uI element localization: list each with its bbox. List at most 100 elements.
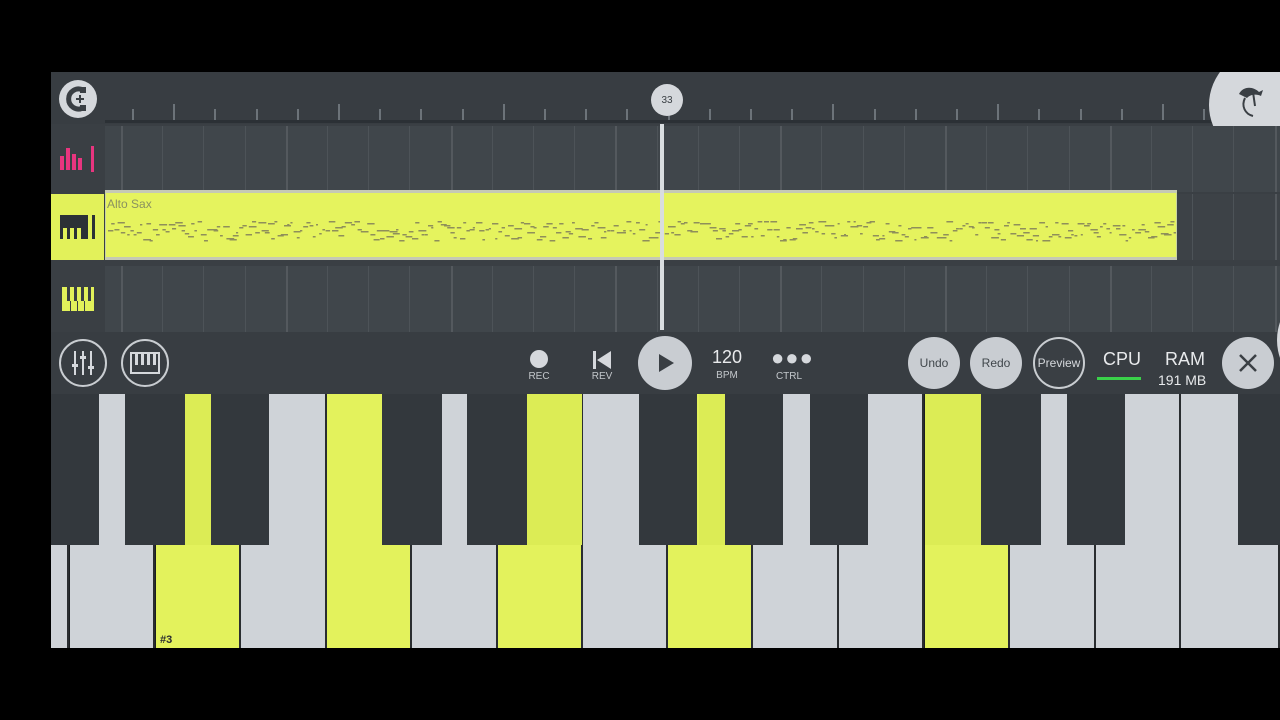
timeline-ruler[interactable]: 33 <box>51 72 1280 160</box>
note-mark <box>488 228 491 230</box>
track-header-keyboard[interactable] <box>51 266 104 332</box>
piano-roll-button[interactable] <box>121 339 169 387</box>
note-mark <box>869 221 875 223</box>
undo-button[interactable]: Undo <box>908 337 960 389</box>
note-mark <box>812 228 815 230</box>
note-mark <box>168 224 176 226</box>
close-button[interactable] <box>1222 337 1274 389</box>
note-mark <box>508 225 514 227</box>
ruler-tick <box>791 109 794 120</box>
playhead-line[interactable] <box>660 124 664 330</box>
note-mark <box>357 229 362 231</box>
note-mark <box>1000 239 1006 241</box>
record-control[interactable]: REC <box>521 350 557 382</box>
note-mark <box>856 225 863 227</box>
note-mark <box>1042 240 1051 242</box>
note-mark <box>1132 229 1135 231</box>
note-mark <box>296 237 300 239</box>
black-key[interactable] <box>125 394 185 545</box>
note-mark <box>908 228 912 230</box>
preview-button[interactable]: Preview <box>1033 337 1085 389</box>
black-key[interactable] <box>1067 394 1125 545</box>
note-mark <box>466 230 470 232</box>
mixer-button[interactable] <box>59 339 107 387</box>
rewind-control[interactable]: REV <box>584 350 620 382</box>
note-mark <box>834 237 837 239</box>
note-mark <box>1055 222 1059 224</box>
note-mark <box>191 223 195 225</box>
note-mark <box>245 234 253 236</box>
note-mark <box>1167 224 1174 226</box>
note-mark <box>1109 232 1112 234</box>
black-key[interactable] <box>810 394 868 545</box>
ruler-tick <box>420 109 423 120</box>
note-mark <box>1010 233 1017 235</box>
lane-gridline <box>986 266 988 332</box>
tempo-control[interactable]: 120 BPM <box>707 347 747 381</box>
note-mark <box>674 234 681 236</box>
track-lane-mixer[interactable] <box>105 126 1280 192</box>
pattern-clip-alto-sax[interactable]: Alto Sax <box>105 190 1177 260</box>
lane-gridline <box>327 126 328 192</box>
note-mark <box>709 227 717 229</box>
black-key[interactable] <box>981 394 1041 545</box>
black-key[interactable] <box>699 394 725 545</box>
black-key[interactable] <box>382 394 442 545</box>
transport-toolbar: REC REV 120 BPM ●●● CTRL Undo Redo Previ… <box>51 332 1280 394</box>
note-mark <box>975 234 979 236</box>
lane-gridline <box>1233 266 1235 332</box>
piano-keys-icon <box>130 352 160 374</box>
lane-gridline <box>821 266 823 332</box>
sliders-icon <box>72 351 94 375</box>
black-key[interactable] <box>639 394 697 545</box>
note-mark <box>1084 225 1090 227</box>
note-mark <box>882 235 885 237</box>
black-key[interactable] <box>467 394 527 545</box>
note-mark <box>853 221 856 223</box>
note-mark <box>463 222 467 224</box>
black-key[interactable] <box>725 394 783 545</box>
note-mark <box>1029 228 1037 230</box>
lane-gridline <box>285 126 288 192</box>
black-key[interactable] <box>51 394 99 545</box>
track-header-mixer[interactable] <box>51 126 104 192</box>
track-lane-alto-sax[interactable]: Alto Sax <box>105 190 1280 260</box>
lane-gridline <box>450 266 453 332</box>
lane-gridline <box>903 266 905 332</box>
note-mark <box>620 232 626 234</box>
note-mark <box>373 239 380 241</box>
note-mark <box>914 239 917 241</box>
redo-button[interactable]: Redo <box>970 337 1022 389</box>
play-button[interactable] <box>638 336 692 390</box>
track-lane-keyboard[interactable] <box>105 266 1280 332</box>
lane-gridline <box>1151 126 1152 192</box>
note-mark <box>623 230 626 232</box>
note-mark <box>319 233 322 235</box>
note-mark <box>725 236 730 238</box>
cpu-meter <box>1097 377 1141 380</box>
note-mark <box>338 235 345 237</box>
note-mark <box>1039 222 1046 224</box>
ruler-tick <box>255 109 258 120</box>
black-key[interactable] <box>527 394 582 545</box>
ctrl-menu[interactable]: ●●● CTRL <box>771 347 813 383</box>
note-mark <box>757 221 763 223</box>
note-mark <box>1058 236 1062 238</box>
note-mark <box>367 223 375 225</box>
note-mark <box>408 231 414 233</box>
snap-button[interactable] <box>59 80 97 118</box>
black-key[interactable] <box>1238 394 1280 545</box>
black-key[interactable] <box>211 394 269 545</box>
magnet-icon <box>66 86 86 112</box>
note-mark <box>220 235 223 237</box>
black-key[interactable] <box>925 394 981 545</box>
black-key[interactable] <box>185 394 211 545</box>
note-mark <box>965 223 969 225</box>
note-mark <box>1048 236 1053 238</box>
note-mark <box>1074 235 1078 237</box>
pattern-notes-preview <box>108 221 1176 242</box>
playhead-position-badge[interactable]: 33 <box>651 84 683 116</box>
note-mark <box>111 223 115 225</box>
ram-label: RAM <box>1165 349 1205 369</box>
track-header-alto-sax[interactable] <box>51 194 104 260</box>
